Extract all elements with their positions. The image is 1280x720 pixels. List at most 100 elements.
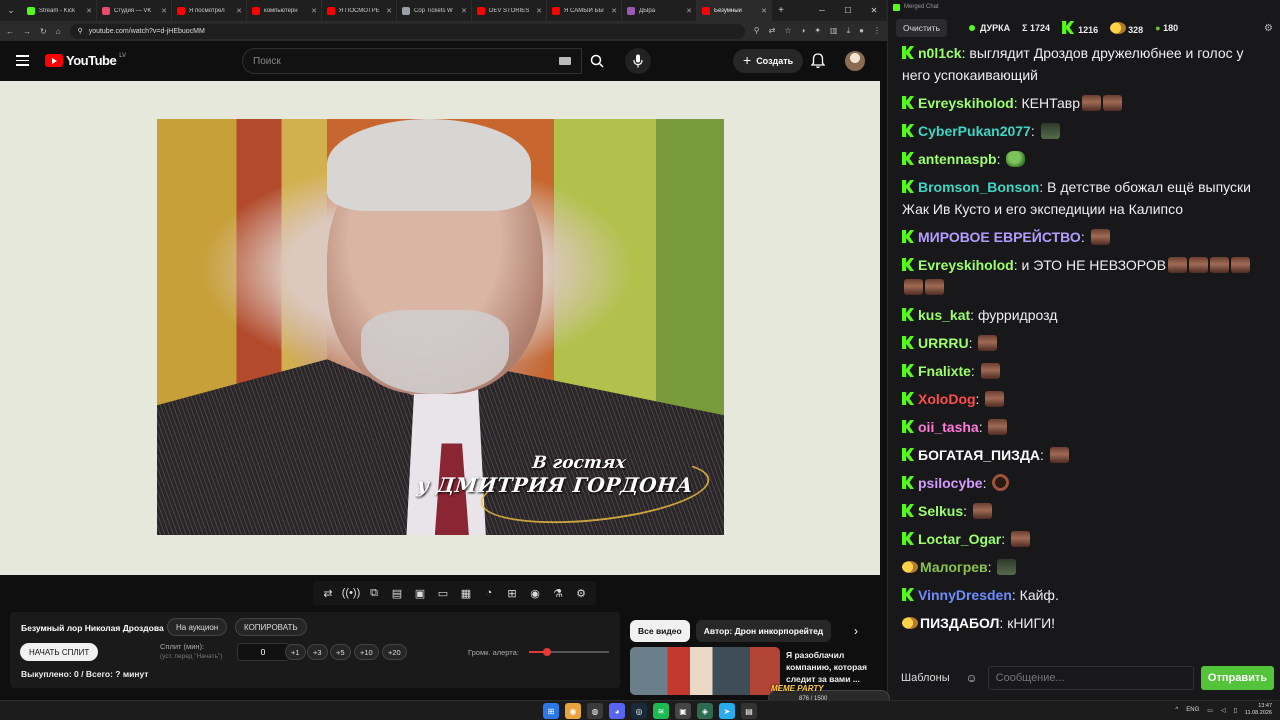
browser-tab[interactable]: Я ПОСМОТРЕ ✕ [322,0,397,21]
language-indicator[interactable]: ENG [1186,707,1199,713]
chat-username[interactable]: URRRU [918,335,969,351]
copy-button[interactable]: КОПИРОВАТЬ [235,618,307,636]
recommended-video-thumbnail[interactable] [630,647,780,695]
clear-chat-button[interactable]: Очистить [896,19,948,37]
chat-username[interactable]: МИРОВОЕ ЕВРЕЙСТВО [918,229,1081,245]
menu-icon[interactable] [16,55,29,66]
browser-tab[interactable]: Я САМЫЙ БЫ ✕ [547,0,622,21]
increment-button[interactable]: +1 [285,644,306,660]
app-icon[interactable]: ▤ [741,703,757,719]
video-player[interactable]: В гостях у ДМИТРИЯ ГОРДОНА [0,81,880,575]
chat-username[interactable]: XoloDog [918,391,976,407]
increment-button[interactable]: +5 [330,644,351,660]
discord-icon[interactable]: ◕ [609,703,625,719]
spotify-icon[interactable]: ≋ [653,703,669,719]
browser-tab[interactable]: Stream - Kick ✕ [22,0,97,21]
start-split-button[interactable]: НАЧАТЬ СПЛИТ [20,643,99,661]
chat-username[interactable]: kus_kat [918,307,970,323]
chip-all-videos[interactable]: Все видео [630,620,690,642]
chat-username[interactable]: ПИЗДАБОЛ [920,615,999,631]
tray-chevron-icon[interactable]: ^ [1175,707,1178,713]
app-icon[interactable]: ▣ [675,703,691,719]
alert-volume-knob[interactable] [542,648,551,656]
tab-close-icon[interactable]: ✕ [761,7,767,15]
alert-volume-slider[interactable] [529,648,609,656]
home-icon[interactable]: ⌂ [56,27,61,36]
increment-button[interactable]: +10 [354,644,379,660]
chevron-right-icon[interactable]: › [845,620,867,642]
back-icon[interactable]: ← [6,27,14,36]
puzzle-icon[interactable]: ✦ [814,26,821,36]
auction-button[interactable]: На аукцион [167,618,228,636]
steam-icon[interactable]: ◎ [631,703,647,719]
app-icon[interactable]: ◈ [697,703,713,719]
tab-close-icon[interactable]: ✕ [161,7,167,15]
chat-username[interactable]: VinnyDresden [918,587,1012,603]
broadcast-icon[interactable]: ((•)) [342,585,361,601]
split-minutes-input[interactable]: 0 [237,643,289,661]
chat-username[interactable]: Fnalixte [918,363,971,379]
chat-username[interactable]: Selkus [918,503,963,519]
tab-close-icon[interactable]: ✕ [386,7,392,15]
tab-close-icon[interactable]: ✕ [236,7,242,15]
speedometer-icon[interactable]: ◔ [480,585,498,601]
close-icon[interactable]: ✕ [861,0,887,21]
extension-icon[interactable]: ◑ [801,26,806,36]
chat-message-input[interactable]: Сообщение... [987,666,1194,690]
chat-username[interactable]: БОГАТАЯ_ПИЗДА [918,447,1040,463]
film-icon[interactable]: ▦ [457,585,475,601]
reload-icon[interactable]: ↻ [40,27,47,36]
clock[interactable]: 13:47 11.08.2026 [1245,703,1272,717]
chrome-icon[interactable]: ◉ [565,703,581,719]
camera-icon[interactable]: ◉ [526,585,544,601]
site-info-icon[interactable]: ⚲ [78,27,83,35]
video-frame[interactable]: В гостях у ДМИТРИЯ ГОРДОНА [157,119,724,535]
bookmark-star-icon[interactable]: ☆ [784,26,791,36]
keyboard-icon[interactable] [559,57,571,65]
gear-icon[interactable]: ⚙ [1264,23,1273,34]
browser-tab[interactable]: Студия — VK ✕ [97,0,172,21]
browser-tab[interactable]: DEV STORIES ✕ [472,0,547,21]
chat-username[interactable]: Evreyskiholod [918,95,1014,111]
templates-button[interactable]: Шаблоны [895,666,956,690]
windows-start-icon[interactable]: ⊞ [543,703,559,719]
increment-button[interactable]: +20 [382,644,407,660]
minimize-icon[interactable]: ─ [809,0,835,21]
search-input[interactable]: Поиск [242,48,582,74]
download-icon[interactable]: ⤓ [847,26,851,36]
loop-icon[interactable]: ⇄ [319,585,337,601]
chat-username[interactable]: n0l1ck [918,45,962,61]
send-button[interactable]: Отправить [1200,666,1274,690]
tab-search-icon[interactable]: ⌄ [0,0,22,21]
create-button[interactable]: + Создать [733,49,804,73]
clapper-icon[interactable]: ▤ [388,585,406,601]
gear-icon[interactable]: ⚙ [572,585,590,601]
translate-icon[interactable]: ⇄ [769,26,776,36]
tab-close-icon[interactable]: ✕ [686,7,692,15]
telegram-icon[interactable]: ➤ [719,703,735,719]
chat-username[interactable]: Bromson_Bonson [918,179,1039,195]
chat-username[interactable]: antennaspb [918,151,997,167]
new-tab-button[interactable]: + [772,0,790,21]
picture-frame-icon[interactable]: ▣ [411,585,429,601]
chat-username[interactable]: CyberPukan2077 [918,123,1031,139]
chat-username[interactable]: Малогрев [920,559,988,575]
tab-close-icon[interactable]: ✕ [611,7,617,15]
tab-close-icon[interactable]: ✕ [311,7,317,15]
voice-search-button[interactable] [625,48,651,74]
tab-close-icon[interactable]: ✕ [86,7,92,15]
chat-username[interactable]: Evreyskiholod [918,257,1014,273]
network-icon[interactable]: ▭ [1207,707,1213,714]
profile-icon[interactable]: ● [859,26,864,36]
add-clip-icon[interactable]: ⊞ [503,585,521,601]
cast-icon[interactable]: ⧉ [365,585,383,601]
url-field[interactable]: ⚲ youtube.com/watch?v=d-jHEbuocMM [69,23,745,39]
search-button[interactable] [580,48,613,74]
browser-tab[interactable]: ДЫра ✕ [622,0,697,21]
notifications-bell-icon[interactable] [810,53,826,74]
volume-icon[interactable]: ◁ [1221,707,1226,714]
browser-tab[interactable]: Я посмотрел ✕ [172,0,247,21]
chat-username[interactable]: oii_tasha [918,419,979,435]
browser-tab[interactable]: Безумный ✕ [697,0,772,21]
forward-icon[interactable]: → [23,27,31,36]
